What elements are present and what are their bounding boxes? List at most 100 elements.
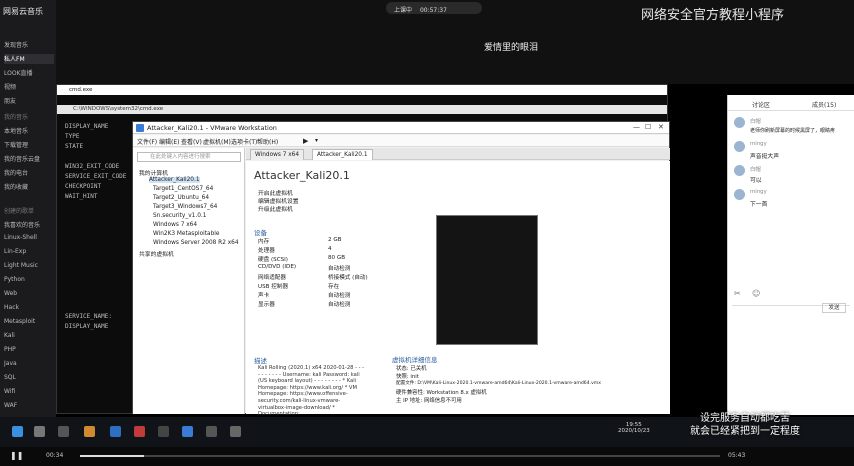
device-name: 网络适配器 bbox=[258, 275, 286, 281]
playlist-item[interactable]: Linux-Shell bbox=[4, 234, 54, 244]
menu-file[interactable]: 文件(F) bbox=[137, 137, 157, 146]
close-icon[interactable]: ✕ bbox=[658, 123, 664, 131]
upgrade-vm-link[interactable]: 升级此虚拟机 bbox=[258, 204, 293, 213]
device-row-cpu[interactable]: 处理器 4 bbox=[258, 246, 378, 254]
app-icon[interactable] bbox=[206, 426, 217, 437]
library-search-input[interactable]: 在此处键入内容进行搜索 bbox=[137, 152, 241, 162]
task-view-icon[interactable] bbox=[58, 426, 69, 437]
library-vm-item[interactable]: Attacker_Kali20.1 bbox=[149, 177, 200, 183]
console-line: SERVICE_NAME: bbox=[65, 313, 112, 320]
detail-row-status: 状态: 已关机 bbox=[396, 364, 427, 372]
menu-vm[interactable]: 虚拟机(M) bbox=[203, 137, 231, 146]
play-pause-icon[interactable]: ❚❚ bbox=[10, 451, 23, 460]
scissors-icon[interactable]: ✂ bbox=[734, 289, 741, 298]
device-name: 声卡 bbox=[258, 293, 270, 299]
device-name: 显示器 bbox=[258, 302, 275, 308]
nav-friends[interactable]: 朋友 bbox=[4, 96, 54, 106]
menu-view[interactable]: 查看(V) bbox=[181, 137, 202, 146]
playlist-item[interactable]: Web bbox=[4, 290, 54, 300]
vm-details-header: 虚拟机详细信息 bbox=[392, 356, 438, 364]
app-icon[interactable] bbox=[158, 426, 169, 437]
library-vm-item[interactable]: Target1_CentOS7_64 bbox=[153, 186, 213, 192]
playlist-item[interactable]: PHP bbox=[4, 346, 54, 356]
device-row-network[interactable]: 网络适配器 桥接模式 (自动) bbox=[258, 273, 378, 281]
console-line: WAIT_HINT bbox=[65, 193, 98, 200]
maximize-icon[interactable]: ☐ bbox=[645, 123, 651, 131]
device-value: 桥接模式 (自动) bbox=[328, 275, 368, 281]
my-radio[interactable]: 我的电台 bbox=[4, 168, 54, 178]
library-vm-item[interactable]: Windows Server 2008 R2 x64 bbox=[153, 240, 239, 246]
minimize-icon[interactable]: — bbox=[633, 123, 640, 131]
playlist-item[interactable]: Light Music bbox=[4, 262, 54, 272]
nav-look-live[interactable]: LOOK直播 bbox=[4, 68, 54, 78]
vm-summary-panel: Attacker_Kali20.1 开启此虚拟机 编辑虚拟机设置 升级此虚拟机 … bbox=[246, 161, 670, 437]
playlist-item[interactable]: Python bbox=[4, 276, 54, 286]
my-favorites[interactable]: 我的收藏 bbox=[4, 182, 54, 192]
vmware-window[interactable]: Attacker_Kali20.1 - VMware Workstation —… bbox=[132, 121, 670, 437]
search-icon[interactable] bbox=[34, 426, 45, 437]
chat-sender: 白帽 bbox=[750, 167, 761, 173]
taskbar-clock[interactable]: 19:55 2020/10/23 bbox=[618, 422, 650, 434]
library-vm-item[interactable]: Target2_Ubuntu_64 bbox=[153, 195, 209, 201]
device-value: 80 GB bbox=[328, 255, 346, 261]
library-shared-vms[interactable]: 共享的虚拟机 bbox=[139, 249, 174, 258]
devices-header: 设备 bbox=[254, 229, 267, 237]
menu-tabs[interactable]: 选项卡(T) bbox=[231, 137, 257, 146]
device-row-disk[interactable]: 硬盘 (SCSI) 80 GB bbox=[258, 255, 378, 263]
nav-discover[interactable]: 发现音乐 bbox=[4, 40, 54, 50]
elapsed-time: 00:34 bbox=[46, 452, 64, 459]
chat-message: 可以 bbox=[750, 178, 762, 184]
menu-help[interactable]: 帮助(H) bbox=[257, 137, 278, 146]
my-local-music[interactable]: 本地音乐 bbox=[4, 126, 54, 136]
library-vm-item[interactable]: Win2K3 Metasploitable bbox=[153, 231, 219, 237]
windows-start-icon[interactable] bbox=[12, 426, 23, 437]
progress-bar[interactable] bbox=[80, 455, 720, 457]
playlist-item[interactable]: SQL bbox=[4, 374, 54, 384]
browser-icon[interactable] bbox=[110, 426, 121, 437]
playlist-item[interactable]: Kali bbox=[4, 332, 54, 342]
watermark: 网络安全官方教程小程序 bbox=[641, 8, 785, 23]
playlist-item[interactable]: Java bbox=[4, 360, 54, 370]
tab-discussion[interactable]: 讨论区 bbox=[752, 100, 770, 109]
playlist-item[interactable]: WAF bbox=[4, 402, 54, 412]
device-row-display[interactable]: 显示器 自动检测 bbox=[258, 300, 378, 308]
chevron-down-icon[interactable]: ▾ bbox=[315, 137, 318, 144]
tab-windows7[interactable]: Windows 7 x64 bbox=[250, 149, 305, 160]
library-vm-item[interactable]: Target3_Windows7_64 bbox=[153, 204, 217, 210]
tab-kali[interactable]: Attacker_Kali20.1 bbox=[312, 149, 373, 160]
send-button[interactable]: 发送 bbox=[822, 303, 846, 313]
playlist-item[interactable]: Lin-Exp bbox=[4, 248, 54, 258]
nav-personal-fm[interactable]: 私人FM bbox=[4, 54, 54, 64]
device-row-memory[interactable]: 内存 2 GB bbox=[258, 237, 378, 245]
explorer-icon[interactable] bbox=[84, 426, 95, 437]
app-icon[interactable] bbox=[134, 426, 145, 437]
terminal-icon[interactable] bbox=[230, 426, 241, 437]
device-row-cdrom[interactable]: CD/DVD (IDE) 自动检测 bbox=[258, 264, 378, 272]
vmware-titlebar[interactable]: Attacker_Kali20.1 - VMware Workstation —… bbox=[133, 122, 669, 134]
library-vm-item[interactable]: Windows 7 x64 bbox=[153, 222, 197, 228]
device-row-usb[interactable]: USB 控制器 存在 bbox=[258, 282, 378, 290]
nav-video[interactable]: 视频 bbox=[4, 82, 54, 92]
play-icon[interactable]: ▶ bbox=[303, 137, 308, 145]
avatar bbox=[734, 141, 745, 152]
recording-indicator[interactable]: 上课中 00:57:37 bbox=[386, 2, 482, 14]
console-titlebar[interactable]: cmd.exe bbox=[57, 85, 667, 95]
my-cloud[interactable]: 我的音乐云盘 bbox=[4, 154, 54, 164]
library-vm-item[interactable]: Sn.security_v1.0.1 bbox=[153, 213, 206, 219]
device-value: 存在 bbox=[328, 284, 340, 290]
device-row-sound[interactable]: 声卡 自动检测 bbox=[258, 291, 378, 299]
playlist-item[interactable]: Wifi bbox=[4, 388, 54, 398]
vmware-app-icon bbox=[136, 124, 144, 132]
subtitle: 设完服务自动都吃苦 就会已经紧把到一定程度 bbox=[690, 412, 800, 438]
vm-screen-preview[interactable] bbox=[436, 215, 538, 345]
menu-edit[interactable]: 编辑(E) bbox=[159, 137, 179, 146]
vmware-taskbar-icon[interactable] bbox=[182, 426, 193, 437]
chat-sender: 白帽 bbox=[750, 119, 761, 125]
playlist-item[interactable]: 我喜欢的音乐 bbox=[4, 220, 54, 230]
library-root-my-computer[interactable]: 我的计算机 bbox=[139, 168, 168, 177]
emoji-icon[interactable]: ☺ bbox=[752, 289, 760, 298]
tab-members[interactable]: 成员(15) bbox=[812, 100, 836, 109]
playlist-item[interactable]: Metasploit bbox=[4, 318, 54, 328]
my-downloads[interactable]: 下载管理 bbox=[4, 140, 54, 150]
playlist-item[interactable]: Hack bbox=[4, 304, 54, 314]
